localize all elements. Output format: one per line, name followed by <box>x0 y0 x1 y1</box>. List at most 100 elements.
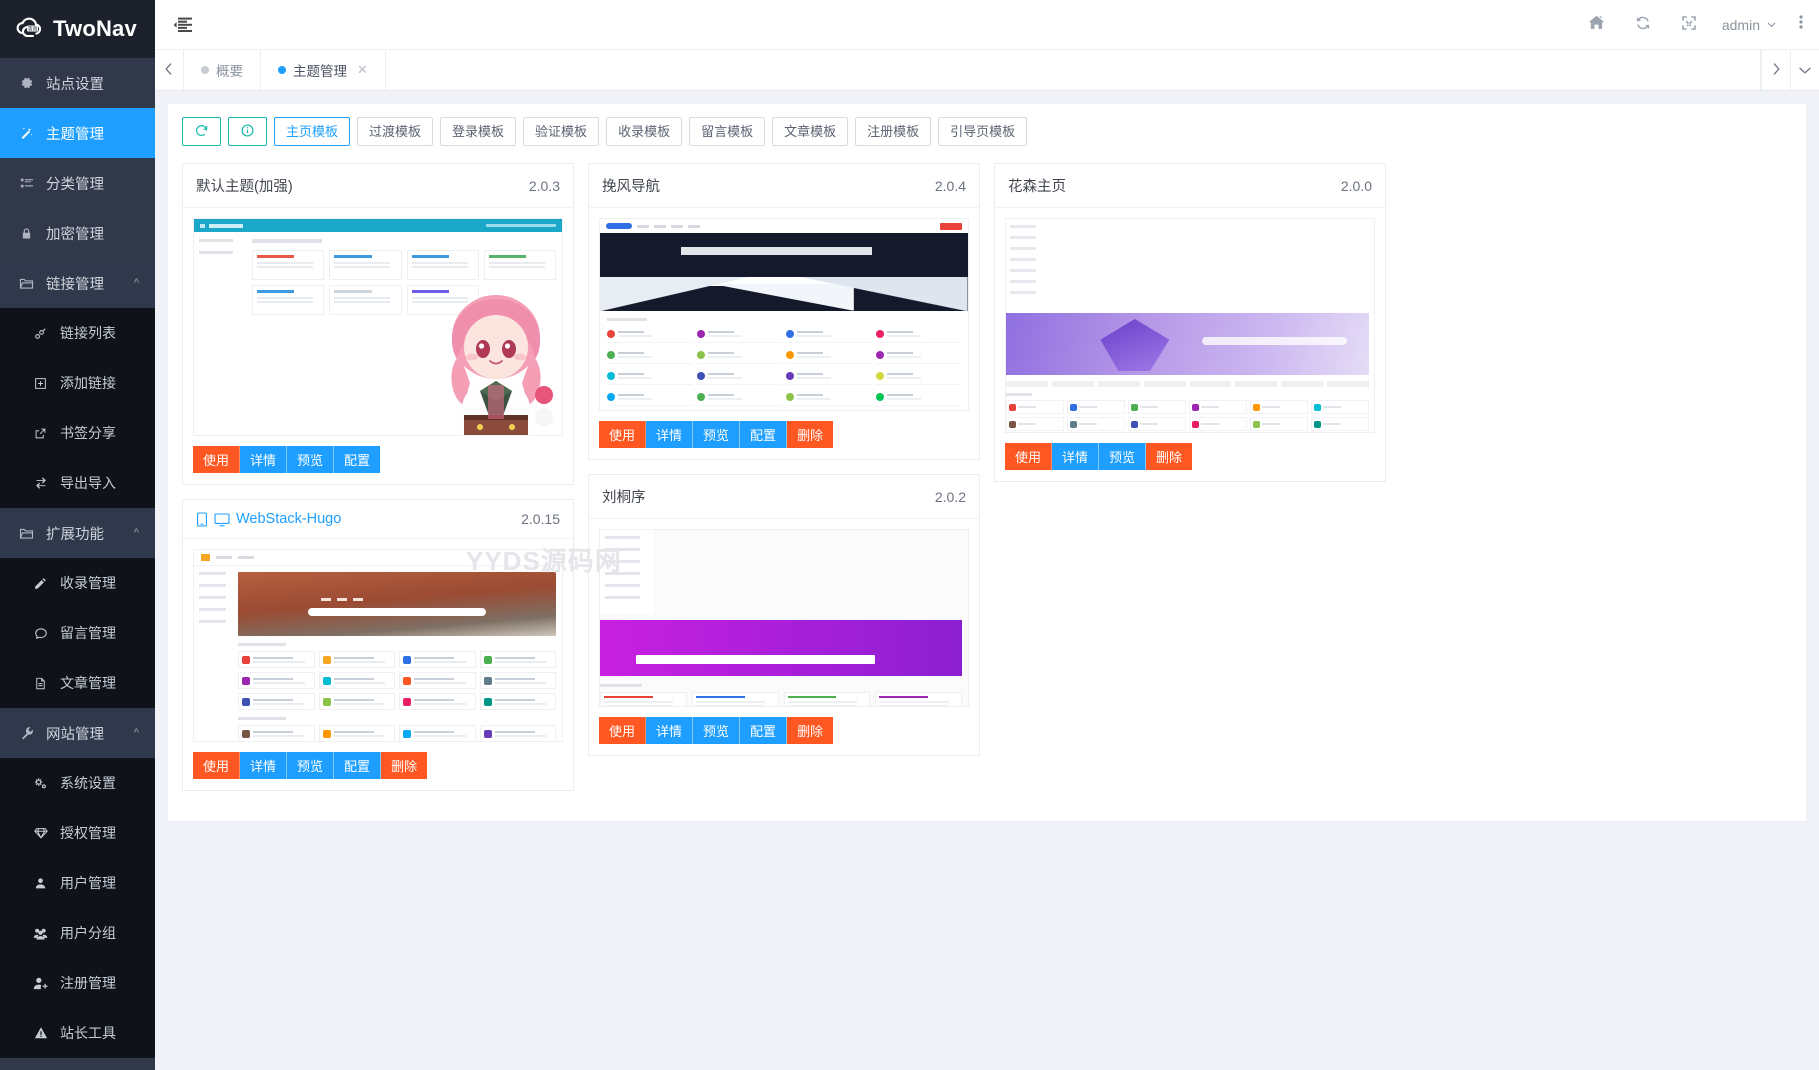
theme-version: 2.0.0 <box>1340 177 1372 194</box>
theme-name: WebStack-Hugo <box>236 511 342 527</box>
sidebar-item-书签分享[interactable]: 书签分享 <box>0 408 155 458</box>
sidebar-group-网站管理[interactable]: 网站管理 ^ <box>0 708 155 758</box>
theme-action-删除[interactable]: 删除 <box>787 421 834 448</box>
tab-dropdown-button[interactable] <box>1790 50 1819 90</box>
desktop-icon <box>214 512 230 527</box>
hamburger-indent-icon[interactable] <box>155 0 211 50</box>
theme-action-使用[interactable]: 使用 <box>599 421 647 448</box>
theme-action-配置[interactable]: 配置 <box>740 717 788 744</box>
theme-action-预览[interactable]: 预览 <box>693 717 741 744</box>
home-button[interactable] <box>1574 0 1620 50</box>
sidebar-item-用户管理[interactable]: 用户管理 <box>0 858 155 908</box>
tab-概要[interactable]: 概要 <box>184 50 261 90</box>
sidebar-item-用户分组[interactable]: 用户分组 <box>0 908 155 958</box>
chevron-right-icon <box>1771 62 1781 79</box>
theme-action-预览[interactable]: 预览 <box>287 446 335 473</box>
sidebar-group-扩展功能[interactable]: 扩展功能 ^ <box>0 508 155 558</box>
sidebar-item-label: 留言管理 <box>60 625 116 641</box>
sidebar-item-导出导入[interactable]: 导出导入 <box>0 458 155 508</box>
sidebar-item-文章管理[interactable]: 文章管理 <box>0 658 155 708</box>
action-label: 使用 <box>609 724 636 739</box>
sidebar-item-添加链接[interactable]: 添加链接 <box>0 358 155 408</box>
theme-action-使用[interactable]: 使用 <box>193 752 241 779</box>
theme-action-预览[interactable]: 预览 <box>693 421 741 448</box>
filter-主页模板[interactable]: 主页模板 <box>274 117 351 146</box>
theme-action-详情[interactable]: 详情 <box>646 717 694 744</box>
pencil-icon <box>32 577 49 590</box>
sidebar-item-授权管理[interactable]: 授权管理 <box>0 808 155 858</box>
sidebar-item-label: 添加链接 <box>60 375 116 391</box>
theme-action-使用[interactable]: 使用 <box>599 717 647 744</box>
chevron-up-icon: ^ <box>133 527 139 539</box>
sidebar-item-系统设置[interactable]: 系统设置 <box>0 758 155 808</box>
theme-action-详情[interactable]: 详情 <box>1052 443 1100 470</box>
action-label: 详情 <box>1062 450 1089 465</box>
comment-icon <box>32 626 49 640</box>
theme-action-预览[interactable]: 预览 <box>287 752 335 779</box>
external-link-icon <box>32 427 49 440</box>
filter-收录模板[interactable]: 收录模板 <box>606 117 683 146</box>
theme-version: 2.0.2 <box>934 488 966 505</box>
theme-name: 默认主题(加强) <box>196 179 293 195</box>
filter-验证模板[interactable]: 验证模板 <box>523 117 600 146</box>
action-label: 预览 <box>703 428 730 443</box>
sidebar-item-加密管理[interactable]: 加密管理 <box>0 208 155 258</box>
sidebar-item-label: 分类管理 <box>46 176 104 193</box>
filter-label: 注册模板 <box>867 124 920 139</box>
tab-主题管理[interactable]: 主题管理 ✕ <box>261 50 386 90</box>
brand[interactable]: 落雨 TwoNav <box>0 0 155 58</box>
theme-card: 默认主题(加强) 2.0.3 使用 详情 预览 配置 <box>182 163 574 485</box>
theme-action-详情[interactable]: 详情 <box>240 446 288 473</box>
theme-action-删除[interactable]: 删除 <box>1146 443 1193 470</box>
filter-留言模板[interactable]: 留言模板 <box>689 117 766 146</box>
more-menu-button[interactable] <box>1783 0 1819 50</box>
filter-注册模板[interactable]: 注册模板 <box>855 117 932 146</box>
theme-card: 刘桐序 2.0.2 使用 详情 预览 配置 删除 <box>588 474 980 756</box>
action-label: 预览 <box>297 759 324 774</box>
theme-action-使用[interactable]: 使用 <box>1005 443 1053 470</box>
theme-action-删除[interactable]: 删除 <box>787 717 834 744</box>
theme-action-详情[interactable]: 详情 <box>240 752 288 779</box>
filter-label: 验证模板 <box>535 124 588 139</box>
theme-action-配置[interactable]: 配置 <box>740 421 788 448</box>
theme-info-button[interactable] <box>228 117 267 146</box>
tab-scroll-right[interactable] <box>1761 50 1790 90</box>
theme-version: 2.0.4 <box>934 177 966 194</box>
action-label: 详情 <box>656 724 683 739</box>
filter-登录模板[interactable]: 登录模板 <box>440 117 517 146</box>
link-icon <box>32 327 49 340</box>
theme-action-删除[interactable]: 删除 <box>381 752 428 779</box>
fullscreen-button[interactable] <box>1666 0 1712 50</box>
sidebar-item-注册管理[interactable]: 注册管理 <box>0 958 155 1008</box>
filter-过渡模板[interactable]: 过渡模板 <box>357 117 434 146</box>
tab-scroll-left[interactable] <box>155 50 184 90</box>
folder-icon <box>18 526 35 541</box>
sidebar-item-站长工具[interactable]: 站长工具 <box>0 1008 155 1058</box>
theme-action-详情[interactable]: 详情 <box>646 421 694 448</box>
theme-action-预览[interactable]: 预览 <box>1099 443 1147 470</box>
theme-action-使用[interactable]: 使用 <box>193 446 241 473</box>
sidebar-group-链接管理[interactable]: 链接管理 ^ <box>0 258 155 308</box>
theme-action-配置[interactable]: 配置 <box>334 752 382 779</box>
sidebar-item-label: 书签分享 <box>60 425 116 441</box>
theme-name-link[interactable]: WebStack-Hugo <box>196 511 341 527</box>
sidebar-item-收录管理[interactable]: 收录管理 <box>0 558 155 608</box>
refresh-button[interactable] <box>1620 0 1666 50</box>
filter-引导页模板[interactable]: 引导页模板 <box>938 117 1028 146</box>
user-menu[interactable]: admin <box>1712 17 1783 33</box>
close-icon[interactable]: ✕ <box>357 62 368 78</box>
action-label: 使用 <box>203 759 230 774</box>
sidebar-item-分类管理[interactable]: 分类管理 <box>0 158 155 208</box>
sidebar-item-主题管理[interactable]: 主题管理 <box>0 108 155 158</box>
sidebar-item-链接列表[interactable]: 链接列表 <box>0 308 155 358</box>
theme-preview-image <box>589 519 979 707</box>
warning-triangle-icon <box>32 1026 49 1040</box>
action-label: 预览 <box>703 724 730 739</box>
filter-文章模板[interactable]: 文章模板 <box>772 117 849 146</box>
refresh-themes-button[interactable] <box>182 117 221 146</box>
sidebar-item-站点设置[interactable]: 站点设置 <box>0 58 155 108</box>
theme-version: 2.0.3 <box>528 177 560 194</box>
theme-action-配置[interactable]: 配置 <box>334 446 381 473</box>
theme-thumbnail <box>193 218 563 436</box>
sidebar-item-留言管理[interactable]: 留言管理 <box>0 608 155 658</box>
